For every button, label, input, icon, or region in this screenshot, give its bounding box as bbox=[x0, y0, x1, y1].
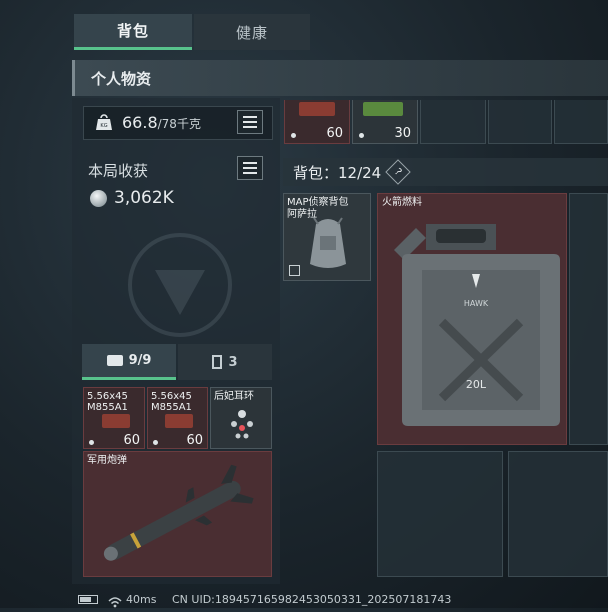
empty-slot[interactable] bbox=[377, 451, 503, 577]
svg-text:KG: KG bbox=[100, 123, 107, 129]
wifi-icon bbox=[108, 593, 122, 608]
ammo-2-count: 60 bbox=[186, 433, 203, 448]
section-header: 个人物资 bbox=[72, 60, 608, 96]
green-box-icon bbox=[363, 102, 403, 116]
ammo-1-count: 60 bbox=[123, 433, 140, 448]
subtab-pockets[interactable]: 3 bbox=[178, 344, 272, 380]
backpack-icon bbox=[306, 216, 350, 270]
ammo-box-icon bbox=[165, 414, 193, 428]
empty-slot[interactable] bbox=[420, 100, 486, 144]
tab-backpack[interactable]: 背包 bbox=[74, 14, 192, 50]
loot-value: 3,062K bbox=[114, 188, 174, 208]
empty-slot[interactable] bbox=[508, 451, 608, 577]
count-dot bbox=[153, 440, 158, 445]
empty-slot[interactable] bbox=[554, 100, 608, 144]
top-item-1-count: 60 bbox=[326, 126, 343, 141]
ping-value: 40ms bbox=[126, 593, 157, 606]
earring-item[interactable]: 后妃耳环 bbox=[210, 387, 272, 449]
missile-item[interactable]: 军用炮弹 bbox=[83, 451, 272, 577]
unequip-icon bbox=[289, 265, 300, 276]
ammo-item-2[interactable]: 5.56x45 M855A1 60 bbox=[147, 387, 208, 449]
ammo-box-icon bbox=[102, 414, 130, 428]
ammo-item-1[interactable]: 5.56x45 M855A1 60 bbox=[83, 387, 145, 449]
ammo-2-line2: M855A1 bbox=[151, 402, 192, 413]
fuel-item[interactable]: 火箭燃料 HAWK 20L bbox=[377, 193, 567, 445]
toolbox-icon bbox=[106, 355, 123, 366]
count-dot bbox=[291, 133, 296, 138]
tab-health[interactable]: 健康 bbox=[194, 14, 310, 50]
count-dot bbox=[89, 440, 94, 445]
jerrycan-icon: HAWK 20L bbox=[386, 210, 562, 430]
weight-list-button[interactable] bbox=[237, 110, 263, 134]
battery-icon bbox=[78, 595, 98, 604]
ammo-1-line2: M855A1 bbox=[87, 402, 128, 413]
uid-text: CN UID:18945716598245305033​1_2025071817… bbox=[172, 593, 452, 606]
loot-label: 本局收获 bbox=[88, 162, 149, 180]
count-dot bbox=[359, 133, 364, 138]
fuel-item-name: 火箭燃料 bbox=[382, 197, 422, 208]
coin-icon bbox=[90, 190, 107, 207]
weight-max: /78千克 bbox=[157, 117, 201, 131]
help-icon[interactable]: ? bbox=[385, 159, 411, 185]
emblem-watermark-icon bbox=[100, 230, 260, 340]
top-item-2[interactable]: 30 bbox=[352, 100, 418, 144]
loot-list-button[interactable] bbox=[237, 156, 263, 180]
fuel-capacity: 20L bbox=[466, 378, 487, 391]
backpack-header: 背包：12/24 ? bbox=[283, 158, 608, 186]
subtab-pockets-count: 3 bbox=[228, 354, 238, 370]
section-title: 个人物资 bbox=[91, 69, 152, 88]
missile-icon bbox=[92, 462, 264, 574]
top-item-1[interactable]: 60 bbox=[284, 100, 350, 144]
empty-slot[interactable] bbox=[488, 100, 552, 144]
empty-slot[interactable] bbox=[569, 193, 608, 445]
weight-icon: KG bbox=[96, 113, 112, 131]
ammo-1-line1: 5.56x45 bbox=[87, 391, 128, 402]
backpack-capacity: 背包：12/24 bbox=[293, 163, 382, 182]
earring-icon bbox=[225, 406, 259, 444]
subtab-loadout-count: 9/9 bbox=[128, 353, 152, 368]
ammo-box-icon bbox=[299, 102, 335, 116]
earring-name: 后妃耳环 bbox=[214, 391, 254, 402]
pocket-icon bbox=[212, 355, 223, 369]
backpack-item-name-1: MAP侦察背包 bbox=[287, 197, 349, 208]
weight-current: 66.8 bbox=[122, 113, 158, 132]
weight-value: 66.8 /78千克 bbox=[122, 113, 201, 133]
top-item-2-count: 30 bbox=[394, 126, 411, 141]
backpack-item[interactable]: MAP侦察背包 阿萨拉 bbox=[283, 193, 371, 281]
subtab-loadout[interactable]: 9/9 bbox=[82, 344, 176, 380]
fuel-logo-text: HAWK bbox=[464, 299, 489, 308]
ammo-2-line1: 5.56x45 bbox=[151, 391, 192, 402]
